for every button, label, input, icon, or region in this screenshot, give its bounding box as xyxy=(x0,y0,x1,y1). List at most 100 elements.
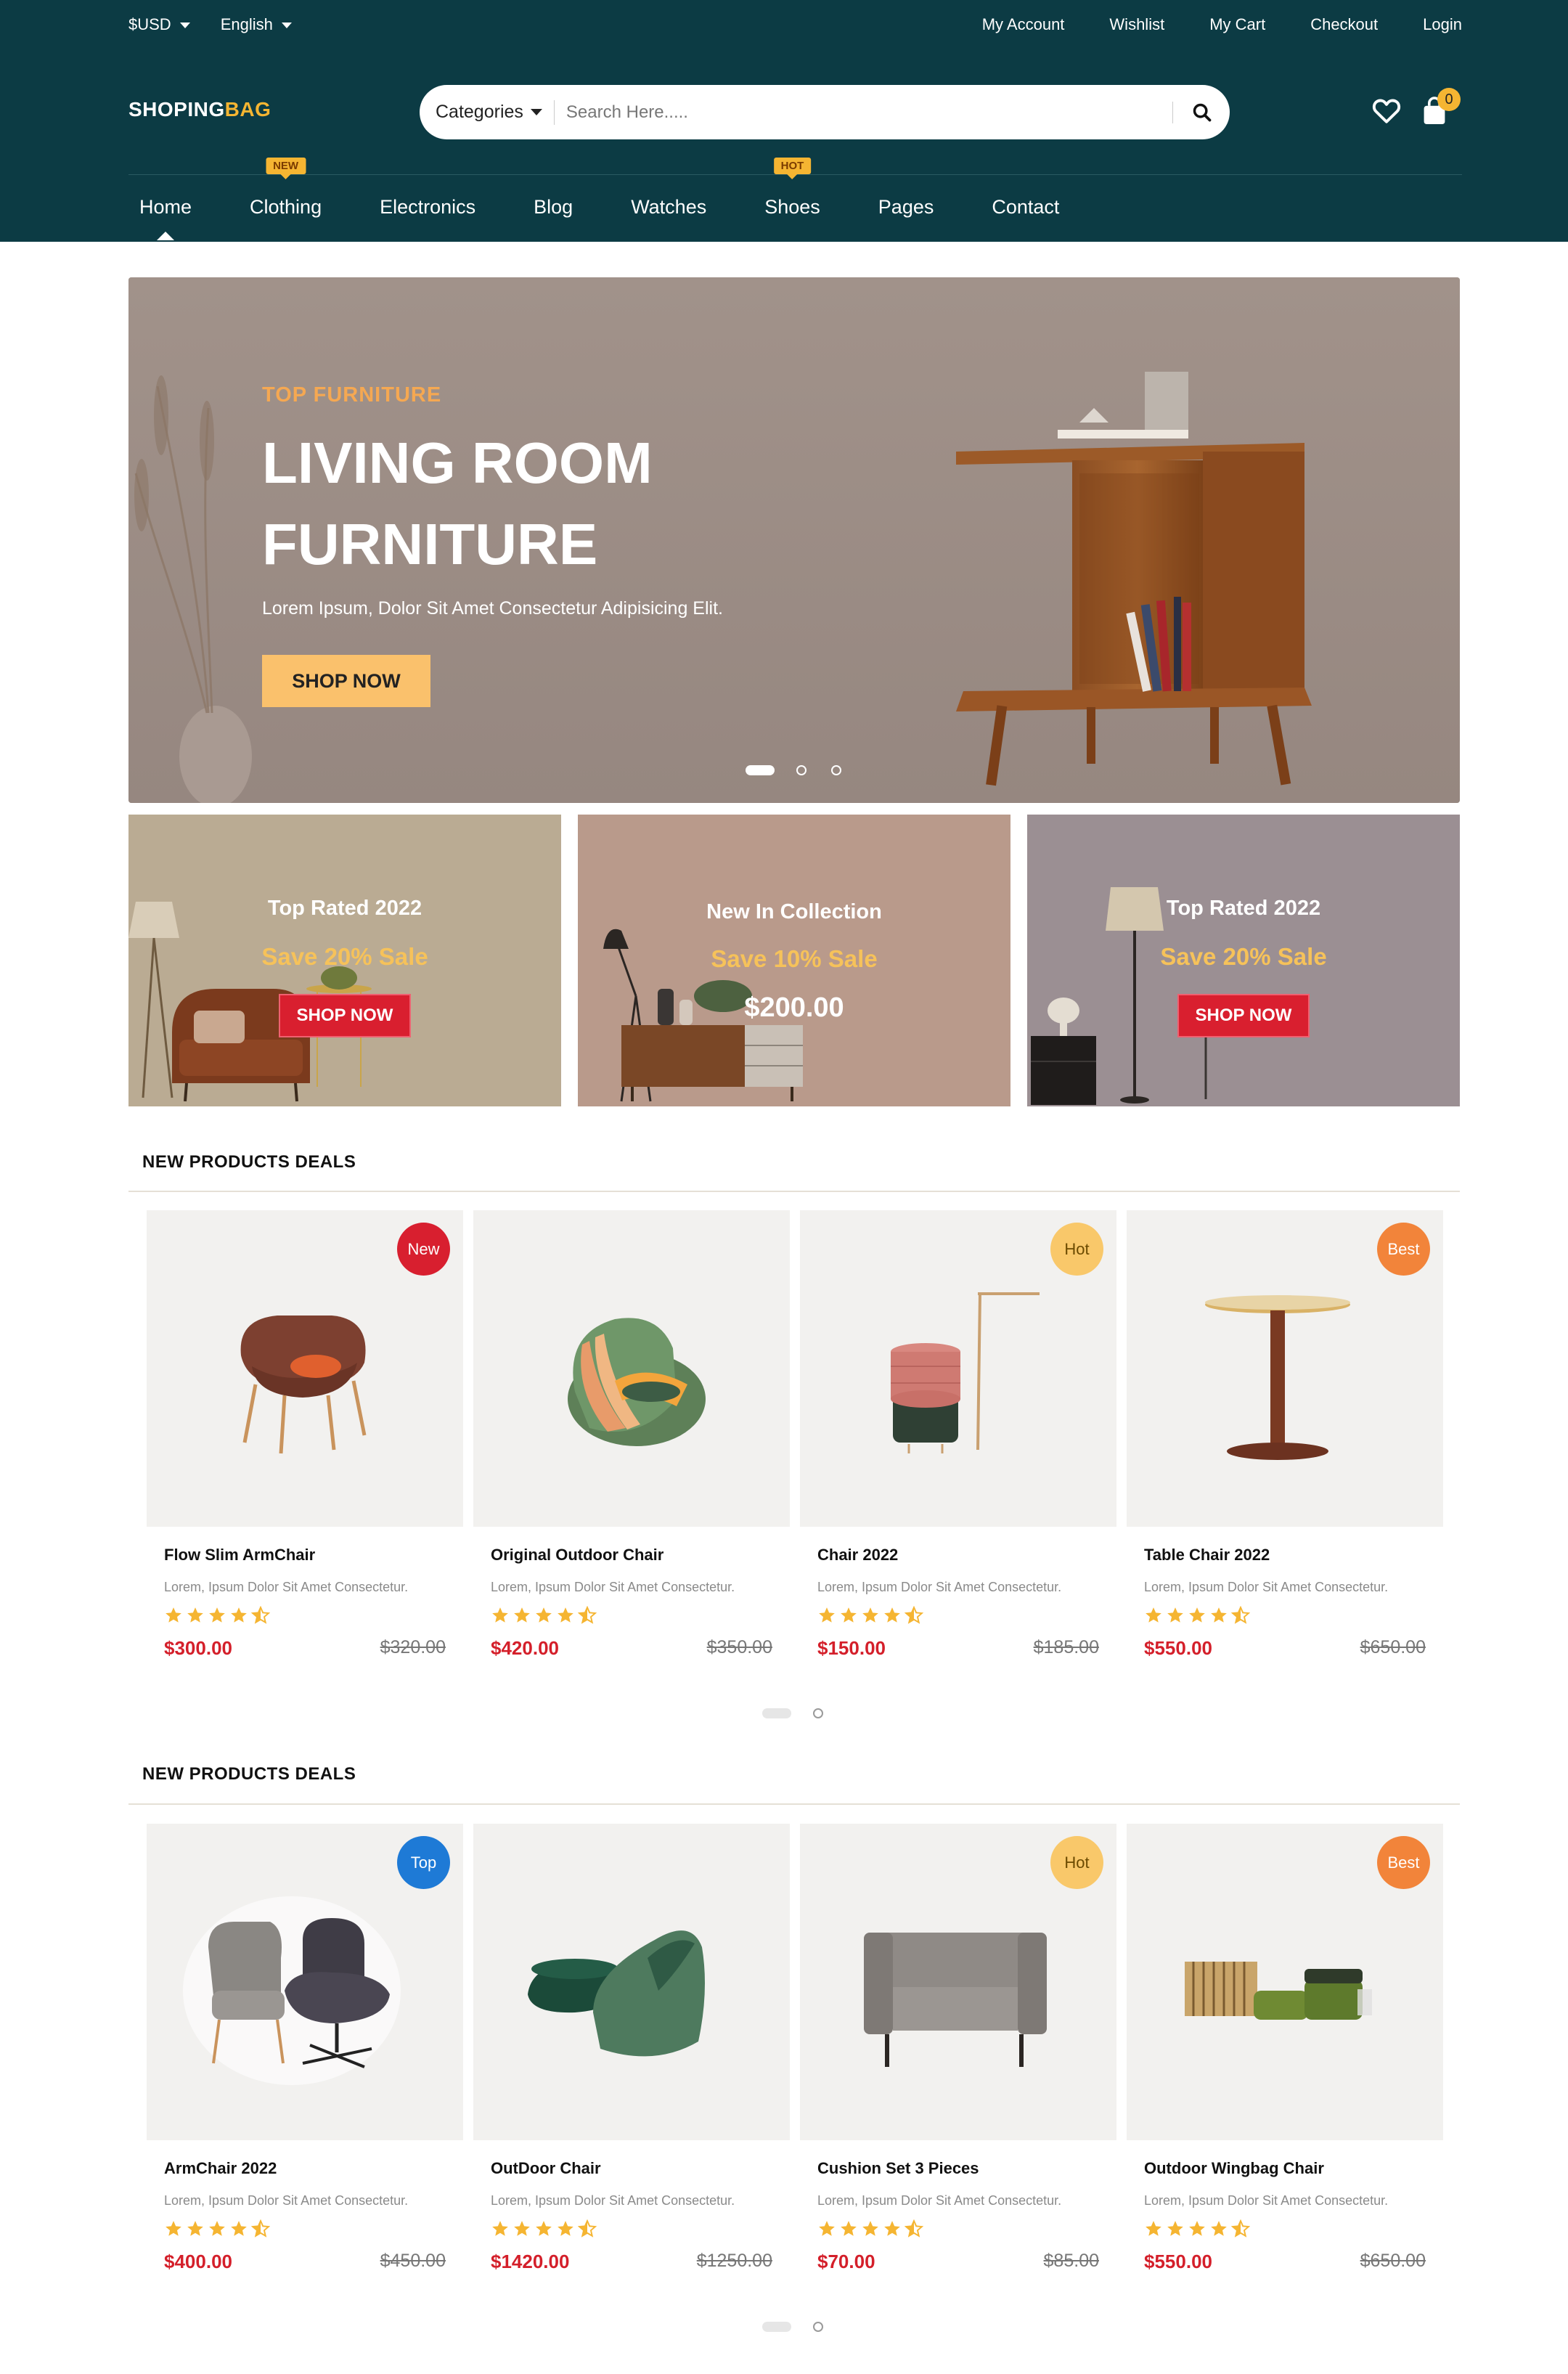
language-label: English xyxy=(220,15,273,33)
half-star-icon xyxy=(251,1606,270,1624)
promo-banner-1[interactable]: Top Rated 2022 Save 20% Sale SHOP NOW xyxy=(128,815,561,1106)
product-card[interactable]: Hot Chair 2022 Lorem, Ipsum Dolor Sit Am… xyxy=(800,1210,1116,1659)
product-slider-dots xyxy=(762,1708,848,1718)
star-icon xyxy=(1167,1607,1183,1623)
star-rating xyxy=(491,1606,600,1625)
product-image[interactable]: Best xyxy=(1127,1824,1443,2140)
product-name[interactable]: Cushion Set 3 Pieces xyxy=(817,2159,979,2178)
nav-item-blog[interactable]: Blog xyxy=(534,196,573,219)
product-image[interactable]: Hot xyxy=(800,1824,1116,2140)
product-name[interactable]: Flow Slim ArmChair xyxy=(164,1546,315,1565)
star-rating xyxy=(1144,2219,1253,2238)
half-star-icon xyxy=(251,2219,270,2238)
product-card[interactable]: New Flow Slim ArmChair Lorem, Ipsum Dolo… xyxy=(147,1210,463,1659)
product-description: Lorem, Ipsum Dolor Sit Amet Consectetur. xyxy=(817,1580,1062,1594)
star-icon xyxy=(492,2221,508,2236)
product-image[interactable]: Hot xyxy=(800,1210,1116,1527)
nav-item-contact[interactable]: Contact xyxy=(992,196,1059,219)
caret-down-icon xyxy=(281,23,292,28)
product-slider-dots xyxy=(762,2322,848,2332)
site-header: $USD English My Account Wishlist My Cart… xyxy=(0,0,1568,242)
product-image[interactable]: Best xyxy=(1127,1210,1443,1527)
logo-text-primary: SHOPING xyxy=(128,98,225,121)
promo-banner-3[interactable]: Top Rated 2022 Save 20% Sale SHOP NOW xyxy=(1027,815,1460,1106)
product-card[interactable]: Top ArmChair 2022 Lorem, Ipsum Dolor Sit… xyxy=(147,1824,463,2272)
currency-label: $USD xyxy=(128,15,171,33)
product-name[interactable]: ArmChair 2022 xyxy=(164,2159,277,2178)
product-name[interactable]: Original Outdoor Chair xyxy=(491,1546,663,1565)
product-card[interactable]: Best Table Chair 2022 Lorem, Ipsum Dolor… xyxy=(1127,1210,1443,1659)
slider-dot[interactable] xyxy=(813,1708,823,1718)
star-icon xyxy=(558,2221,573,2236)
product-card[interactable]: Original Outdoor Chair Lorem, Ipsum Dolo… xyxy=(473,1210,790,1659)
slider-dot-active[interactable] xyxy=(746,765,775,775)
product-image[interactable]: New xyxy=(147,1210,463,1527)
product-old-price: $185.00 xyxy=(1033,1637,1099,1657)
my-account-link[interactable]: My Account xyxy=(982,15,1065,34)
search-divider xyxy=(553,99,555,125)
search-divider xyxy=(1172,101,1173,123)
wishlist-link[interactable]: Wishlist xyxy=(1109,15,1164,34)
star-icon xyxy=(209,2221,225,2236)
star-icon xyxy=(231,2221,247,2236)
nav-item-electronics[interactable]: Electronics xyxy=(380,196,475,219)
star-icon xyxy=(514,2221,530,2236)
star-icon xyxy=(1189,1607,1205,1623)
half-star-icon xyxy=(905,1606,923,1624)
language-dropdown[interactable]: English xyxy=(221,15,292,34)
slider-dot[interactable] xyxy=(796,765,807,775)
product-image[interactable]: Top xyxy=(147,1824,463,2140)
slider-dot-active[interactable] xyxy=(762,2322,791,2332)
heart-icon xyxy=(1372,99,1401,123)
star-icon xyxy=(209,1607,225,1623)
slider-dot[interactable] xyxy=(813,2322,823,2332)
search-input[interactable] xyxy=(564,101,1172,123)
promo-banner-2[interactable]: New In Collection Save 10% Sale $200.00 xyxy=(578,815,1010,1106)
wishlist-button[interactable] xyxy=(1372,98,1401,128)
product-description: Lorem, Ipsum Dolor Sit Amet Consectetur. xyxy=(164,2193,409,2208)
category-dropdown[interactable]: Categories xyxy=(420,102,542,123)
half-star-icon xyxy=(905,2219,923,2238)
site-logo[interactable]: SHOPINGBAG xyxy=(128,98,271,121)
nav-item-pages[interactable]: Pages xyxy=(878,196,934,219)
hero-slider-dots xyxy=(746,765,866,775)
slider-dot[interactable] xyxy=(831,765,841,775)
new-badge: New xyxy=(397,1223,450,1276)
product-card[interactable]: OutDoor Chair Lorem, Ipsum Dolor Sit Ame… xyxy=(473,1824,790,2272)
product-old-price: $1250.00 xyxy=(696,2251,772,2271)
banner-shop-now-button[interactable]: SHOP NOW xyxy=(1177,994,1310,1037)
nav-item-clothing[interactable]: NEW Clothing xyxy=(250,157,322,219)
checkout-link[interactable]: Checkout xyxy=(1310,15,1378,34)
product-name[interactable]: Table Chair 2022 xyxy=(1144,1546,1270,1565)
nav-item-shoes[interactable]: HOT Shoes xyxy=(764,157,820,219)
my-cart-link[interactable]: My Cart xyxy=(1209,15,1265,34)
star-icon xyxy=(819,2221,835,2236)
product-name[interactable]: OutDoor Chair xyxy=(491,2159,601,2178)
product-card[interactable]: Best Outdoor Wingbag Chair Lorem, Ipsum … xyxy=(1127,1824,1443,2272)
product-image[interactable] xyxy=(473,1210,790,1527)
product-price: $70.00 xyxy=(817,2251,875,2272)
search-bar: Categories xyxy=(420,85,1230,139)
star-icon xyxy=(558,1607,573,1623)
currency-dropdown[interactable]: $USD xyxy=(128,15,190,34)
nav-item-watches[interactable]: Watches xyxy=(631,196,706,219)
product-card[interactable]: Hot Cushion Set 3 Pieces Lorem, Ipsum Do… xyxy=(800,1824,1116,2272)
search-button[interactable] xyxy=(1180,91,1224,134)
banner-title: Top Rated 2022 xyxy=(1166,897,1321,920)
product-price: $550.00 xyxy=(1144,1637,1212,1659)
star-icon xyxy=(884,1607,900,1623)
nav-item-label: Contact xyxy=(992,195,1060,218)
star-icon xyxy=(884,2221,900,2236)
star-rating xyxy=(817,2219,926,2238)
product-image[interactable] xyxy=(473,1824,790,2140)
hero-shop-now-button[interactable]: SHOP NOW xyxy=(262,655,430,707)
slider-dot-active[interactable] xyxy=(762,1708,791,1718)
product-name[interactable]: Outdoor Wingbag Chair xyxy=(1144,2159,1324,2178)
nav-item-home[interactable]: Home xyxy=(139,196,192,240)
product-price: $1420.00 xyxy=(491,2251,570,2272)
product-name[interactable]: Chair 2022 xyxy=(817,1546,898,1565)
star-icon xyxy=(536,2221,552,2236)
login-link[interactable]: Login xyxy=(1423,15,1462,34)
banner-shop-now-button[interactable]: SHOP NOW xyxy=(279,994,411,1037)
product-description: Lorem, Ipsum Dolor Sit Amet Consectetur. xyxy=(817,2193,1062,2208)
